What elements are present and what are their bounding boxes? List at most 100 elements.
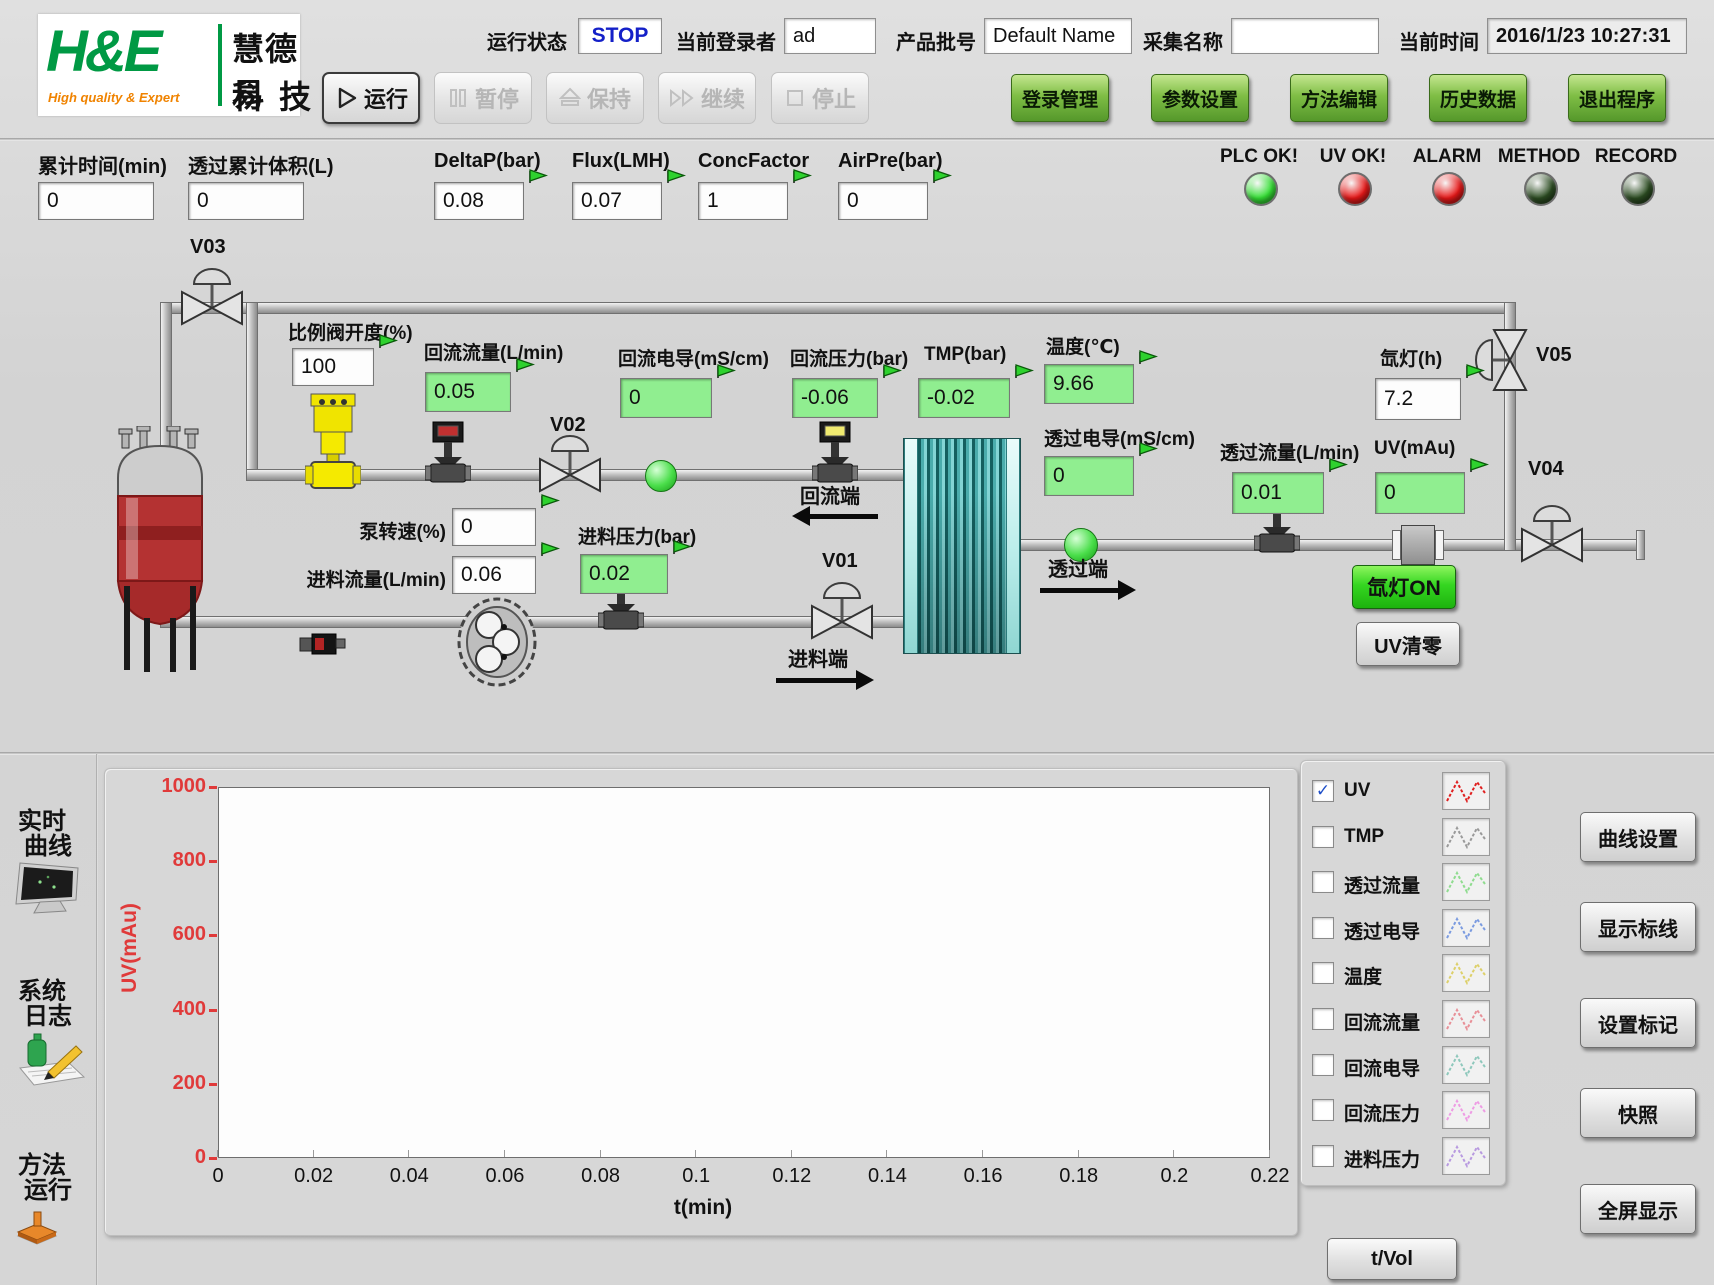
legend-line-sample-permeate-flow[interactable]: [1442, 863, 1490, 901]
led-label-record: RECORD: [1595, 146, 1677, 168]
right-button-snapshot[interactable]: 快照: [1580, 1088, 1696, 1138]
legend-line-sample-return-flow[interactable]: [1442, 1000, 1490, 1038]
x-axis-tick-mark: [600, 1150, 601, 1157]
valve-label-v03: V03: [190, 236, 226, 259]
gauge-label-feed-flow: 进料流量(L/min): [252, 565, 446, 592]
legend-label-temperature: 温度: [1344, 962, 1382, 989]
led-alarm: [1432, 172, 1466, 206]
xenon-lamp-button[interactable]: 氙灯ON: [1352, 565, 1456, 609]
x-axis-tick-mark: [695, 1150, 696, 1157]
menu-button-param-settings[interactable]: 参数设置: [1151, 74, 1249, 122]
pipe-segment: [160, 302, 1516, 314]
uv-flow-cell-icon: [1392, 525, 1444, 565]
right-button-set-marker[interactable]: 设置标记: [1580, 998, 1696, 1048]
right-button-fullscreen[interactable]: 全屏显示: [1580, 1184, 1696, 1234]
right-button-show-cursor[interactable]: 显示标线: [1580, 902, 1696, 952]
flow-tag-return-port: 回流端: [800, 480, 860, 509]
gauge-value-prop-valve-opening[interactable]: 100: [292, 348, 374, 386]
gauge-label-permeate-cond: 透过电导(mS/cm): [1044, 424, 1195, 451]
menu-button-login-manage[interactable]: 登录管理: [1011, 74, 1109, 122]
led-label-alarm: ALARM: [1413, 146, 1482, 168]
valve-v01-icon: [810, 574, 874, 640]
legend-line-sample-temperature[interactable]: [1442, 954, 1490, 992]
flow-arrowhead-icon: [782, 506, 810, 526]
total-value-airpre[interactable]: 0: [838, 182, 928, 220]
gauge-value-feed-flow[interactable]: 0.06: [452, 556, 536, 594]
total-label-deltap: DeltaP(bar): [434, 150, 541, 173]
legend-checkbox-permeate-cond[interactable]: [1312, 917, 1334, 939]
membrane-module-icon: [903, 438, 1021, 654]
acq-name-input[interactable]: [1231, 18, 1379, 54]
run-state-value: STOP: [578, 18, 662, 54]
app-root: H&E High quality & Expert 慧德易 科技 运行状态 ST…: [0, 0, 1714, 1285]
tvol-button[interactable]: t/Vol: [1327, 1238, 1457, 1280]
legend-line-sample-return-pressure[interactable]: [1442, 1091, 1490, 1129]
y-axis-tick-mark: [209, 786, 217, 789]
legend-checkbox-tmp[interactable]: [1312, 826, 1334, 848]
legend-label-return-flow: 回流流量: [1344, 1008, 1420, 1035]
eject-icon: [559, 87, 581, 109]
gauge-value-xenon-hours[interactable]: 7.2: [1375, 378, 1461, 420]
y-axis-tick-mark: [209, 860, 217, 863]
membrane-right-cap: [1006, 439, 1020, 653]
run-state-label: 运行状态: [487, 26, 567, 55]
sidebar-label-line: 曲线: [24, 833, 72, 858]
x-axis-tick-label: 0: [212, 1165, 223, 1188]
batch-input[interactable]: [984, 18, 1132, 54]
pause-icon: [447, 87, 469, 109]
total-label-total-volume: 透过累计体积(L): [188, 150, 334, 179]
control-button-pause[interactable]: 暂停: [434, 72, 532, 124]
legend-line-sample-uv[interactable]: [1442, 772, 1490, 810]
menu-button-history-data[interactable]: 历史数据: [1429, 74, 1527, 122]
menu-button-exit-program[interactable]: 退出程序: [1568, 74, 1666, 122]
x-axis-tick-label: 0.14: [868, 1165, 907, 1188]
feed-aux-sensor-icon: [298, 628, 348, 658]
sidebar-item-realtime-curve[interactable]: 实时曲线: [18, 808, 72, 858]
legend-line-sample-tmp[interactable]: [1442, 818, 1490, 856]
x-axis-tick-label: 0.2: [1160, 1165, 1188, 1188]
time-value: 2016/1/23 10:27:31: [1487, 18, 1687, 54]
control-button-hold[interactable]: 保持: [546, 72, 644, 124]
total-value-flux[interactable]: 0.07: [572, 182, 662, 220]
legend-checkbox-temperature[interactable]: [1312, 962, 1334, 984]
x-axis-tick-mark: [1078, 1150, 1079, 1157]
sidebar-item-method-run[interactable]: 方法运行: [18, 1152, 72, 1202]
return-flow-sensor-icon: [425, 420, 471, 486]
gauge-value-return-flow: 0.05: [425, 372, 511, 412]
total-value-deltap[interactable]: 0.08: [434, 182, 524, 220]
run-flag-icon: [1137, 441, 1159, 458]
control-button-stop[interactable]: 停止: [771, 72, 869, 124]
y-axis-tick-label: 200: [120, 1072, 206, 1095]
menu-button-method-edit[interactable]: 方法编辑: [1290, 74, 1388, 122]
run-flag-icon: [791, 168, 813, 185]
flow-indicator-ball: [645, 460, 677, 492]
legend-line-sample-return-cond[interactable]: [1442, 1046, 1490, 1084]
legend-line-sample-feed-pressure[interactable]: [1442, 1137, 1490, 1175]
sidebar-item-system-log[interactable]: 系统日志: [18, 978, 72, 1028]
legend-checkbox-uv[interactable]: ✓: [1312, 780, 1334, 802]
legend-checkbox-permeate-flow[interactable]: [1312, 871, 1334, 893]
run-flag-icon: [931, 168, 953, 185]
control-button-label: 保持: [587, 82, 631, 114]
run-flag-icon: [1464, 363, 1486, 380]
uv-cell-body: [1401, 525, 1435, 565]
uv-zero-button[interactable]: UV清零: [1356, 622, 1460, 666]
batch-label: 产品批号: [896, 26, 976, 55]
legend-checkbox-feed-pressure[interactable]: [1312, 1145, 1334, 1167]
gauge-value-feed-pressure: 0.02: [580, 554, 668, 594]
right-button-curve-settings[interactable]: 曲线设置: [1580, 812, 1696, 862]
total-value-concfactor[interactable]: 1: [698, 182, 788, 220]
flow-arrowhead-icon: [856, 670, 884, 690]
gauge-value-pump-speed[interactable]: 0: [452, 508, 536, 546]
legend-checkbox-return-flow[interactable]: [1312, 1008, 1334, 1030]
gauge-label-return-cond: 回流电导(mS/cm): [618, 344, 769, 371]
legend-checkbox-return-cond[interactable]: [1312, 1054, 1334, 1076]
x-axis-tick-label: 0.04: [390, 1165, 429, 1188]
control-button-run[interactable]: 运行: [322, 72, 420, 124]
legend-checkbox-return-pressure[interactable]: [1312, 1099, 1334, 1121]
control-button-resume[interactable]: 继续: [658, 72, 756, 124]
legend-line-sample-permeate-cond[interactable]: [1442, 909, 1490, 947]
run-flag-icon: [715, 363, 737, 380]
log-icon: [14, 1030, 88, 1093]
login-user-input[interactable]: [784, 18, 876, 54]
